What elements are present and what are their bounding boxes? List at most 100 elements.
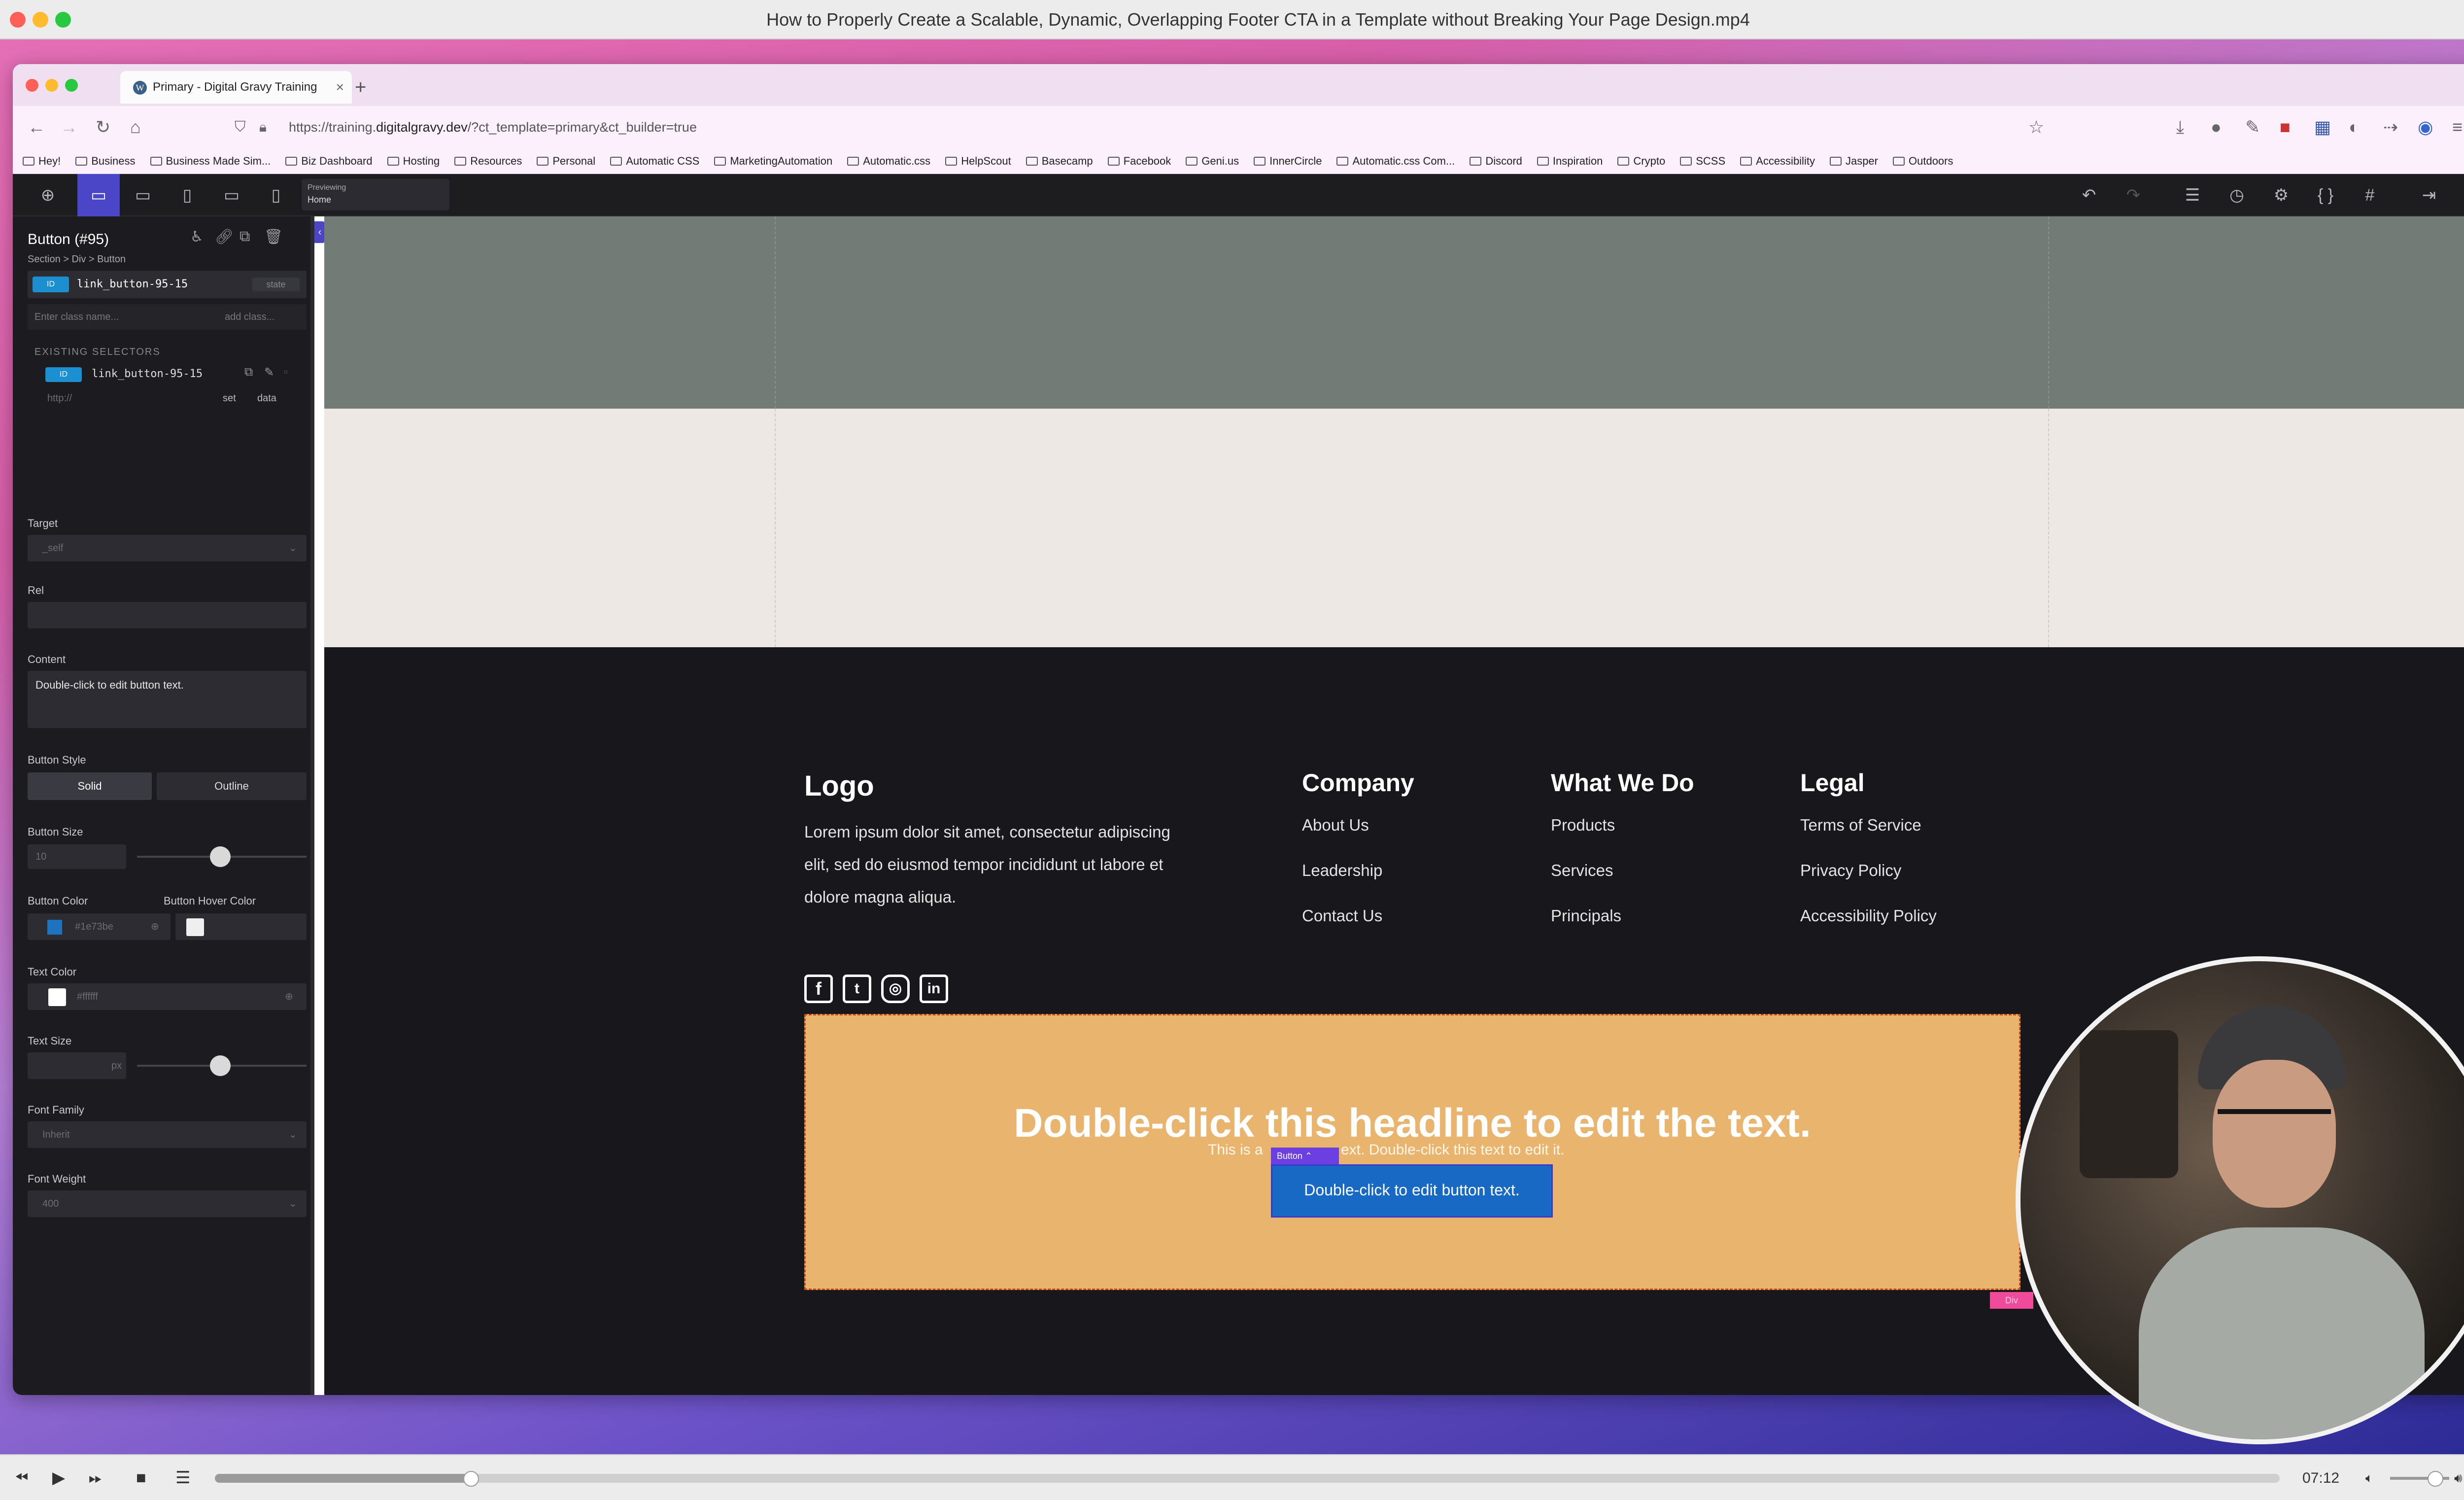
footer-link-products[interactable]: Products <box>1551 816 1615 835</box>
font-weight-select[interactable]: 400 ⌄ <box>28 1190 307 1217</box>
bookmark-item[interactable]: HelpScout <box>945 148 1011 174</box>
footer-link-about-us[interactable]: About Us <box>1302 816 1369 835</box>
preview-select[interactable]: Previewing Home <box>302 179 449 210</box>
bookmark-item[interactable]: Discord <box>1470 148 1522 174</box>
back-icon[interactable]: ← <box>28 106 45 148</box>
footer-link-terms[interactable]: Terms of Service <box>1800 816 1921 835</box>
button-size-slider-handle[interactable] <box>210 846 231 867</box>
fast-forward-icon[interactable]: ⏩︎ <box>89 1455 102 1500</box>
footer-cta-box[interactable]: Double-click this headline to edit the t… <box>804 1014 2020 1290</box>
globe-icon[interactable]: ⊕ <box>285 990 293 1003</box>
volume-low-icon[interactable]: 🔈︎ <box>2365 1455 2373 1500</box>
cta-headline[interactable]: Double-click this headline to edit the t… <box>806 1100 2019 1147</box>
laptop-view-button[interactable]: ▭ <box>122 174 164 216</box>
bookmark-item[interactable]: Business <box>75 148 136 174</box>
element-tag-button[interactable]: Button ⌃ <box>1271 1148 1339 1164</box>
volume-handle[interactable] <box>2428 1471 2443 1487</box>
button-hover-color-input[interactable] <box>175 913 307 940</box>
accessibility-icon[interactable]: ♿︎ <box>190 228 204 245</box>
rewind-icon[interactable]: ⏪︎ <box>15 1455 28 1500</box>
progress-track[interactable] <box>215 1474 2280 1483</box>
extension-icon[interactable]: ● <box>2211 106 2222 148</box>
browser-close-button[interactable] <box>26 79 38 92</box>
history-icon[interactable]: ◷ <box>2216 174 2258 216</box>
progress-handle[interactable] <box>463 1471 479 1487</box>
settings-gear-icon[interactable]: ⚙ <box>2260 174 2302 216</box>
button-hover-color-swatch[interactable] <box>186 918 204 936</box>
bookmark-item[interactable]: Geni.us <box>1186 148 1239 174</box>
footer-link-accessibility[interactable]: Accessibility Policy <box>1800 907 1937 925</box>
text-color-swatch[interactable] <box>48 988 66 1006</box>
bookmark-item[interactable]: Hey! <box>23 148 61 174</box>
cta-button[interactable]: Double-click to edit button text. <box>1271 1164 1553 1218</box>
download-icon[interactable]: ⤓ <box>2176 106 2184 148</box>
footer-link-leadership[interactable]: Leadership <box>1302 861 1382 880</box>
class-input[interactable]: Enter class name... <box>34 304 119 330</box>
cream-section[interactable] <box>324 409 2464 647</box>
tab-primary[interactable]: W Primary - Digital Gravy Training × <box>120 71 352 104</box>
volume-high-icon[interactable]: 🔊︎ <box>2454 1455 2462 1500</box>
redo-icon[interactable]: ↷ <box>2112 174 2155 216</box>
exit-icon[interactable]: ⇥ <box>2408 174 2450 216</box>
content-textarea[interactable]: Double-click to edit button text. <box>28 671 307 728</box>
bookmark-item[interactable]: Jasper <box>1829 148 1878 174</box>
structure-icon[interactable]: ☰ <box>2171 174 2214 216</box>
url-input[interactable]: http:// <box>47 393 72 404</box>
delete-icon[interactable]: 🗑︎ <box>264 228 283 245</box>
style-solid-button[interactable]: Solid <box>28 772 152 800</box>
bookmark-item[interactable]: Basecamp <box>1026 148 1093 174</box>
bookmark-item[interactable]: Automatic CSS <box>610 148 699 174</box>
text-size-unit[interactable]: px <box>111 1060 122 1072</box>
bookmark-item[interactable]: Personal <box>537 148 595 174</box>
add-class-button[interactable]: add class... <box>225 304 274 330</box>
close-window-button[interactable] <box>10 12 26 28</box>
div-tag[interactable]: Div <box>1990 1292 2033 1309</box>
minimize-window-button[interactable] <box>33 12 48 28</box>
url-set-button[interactable]: set <box>223 393 236 404</box>
text-size-input[interactable]: px <box>28 1052 126 1079</box>
target-select[interactable]: _self ⌄ <box>28 535 307 561</box>
bookmark-item[interactable]: Accessibility <box>1740 148 1815 174</box>
copy-icon[interactable]: ⧉ <box>244 365 253 379</box>
home-icon[interactable]: ⌂ <box>130 106 141 148</box>
url-data-button[interactable]: data <box>257 393 276 404</box>
maximize-window-button[interactable] <box>55 12 71 28</box>
footer-link-privacy[interactable]: Privacy Policy <box>1800 861 1901 880</box>
browser-maximize-button[interactable] <box>65 79 78 92</box>
link-icon[interactable]: 🔗︎ <box>215 228 234 245</box>
close-tab-icon[interactable]: × <box>336 71 344 104</box>
forward-icon[interactable]: → <box>60 106 78 148</box>
linkedin-icon[interactable]: in <box>920 975 948 1003</box>
menu-icon[interactable]: ≡ <box>2452 106 2463 148</box>
reload-icon[interactable]: ↻ <box>96 106 110 148</box>
cta-text-left[interactable]: This is a <box>1208 1142 1263 1158</box>
chapters-icon[interactable]: ☰ <box>175 1455 190 1500</box>
shield-icon[interactable]: ⛉ <box>235 106 246 148</box>
footer-link-contact-us[interactable]: Contact Us <box>1302 907 1382 925</box>
footer-link-principals[interactable]: Principals <box>1551 907 1621 925</box>
address-bar[interactable]: https://training.digitalgravy.dev/?ct_te… <box>289 113 2063 141</box>
cta-text-right[interactable]: ext. Double-click this text to edit it. <box>1341 1142 1565 1158</box>
existing-selector-row[interactable]: ID link_button-95-15 ⧉ ✎ ▫ <box>28 361 307 387</box>
delete-selector-icon[interactable]: ▫ <box>284 365 288 379</box>
tablet-view-button[interactable]: ▯ <box>166 174 208 216</box>
selector-box[interactable]: ID link_button-95-15 state <box>28 271 307 298</box>
text-color-input[interactable]: #ffffff ⊕ <box>28 983 307 1010</box>
browser-minimize-button[interactable] <box>45 79 58 92</box>
play-icon[interactable]: ▶ <box>52 1455 65 1500</box>
extension-blue-icon[interactable]: ▦ <box>2314 106 2331 148</box>
bookmark-star-icon[interactable]: ☆ <box>2028 106 2044 148</box>
text-size-slider-handle[interactable] <box>210 1055 231 1076</box>
grey-section[interactable] <box>324 216 2464 409</box>
footer-logo[interactable]: Logo <box>804 769 874 802</box>
desktop-view-button[interactable]: ▭ <box>77 174 120 216</box>
new-tab-button[interactable]: + <box>355 71 366 104</box>
globe-icon[interactable]: ⊕ <box>151 920 159 933</box>
bookmark-item[interactable]: Facebook <box>1107 148 1171 174</box>
style-outline-button[interactable]: Outline <box>157 772 307 800</box>
instagram-icon[interactable]: ◎ <box>881 975 910 1003</box>
save-icon[interactable]: ▣ <box>2452 174 2464 216</box>
code-braces-icon[interactable]: { } <box>2304 174 2347 216</box>
bookmark-item[interactable]: Biz Dashboard <box>285 148 373 174</box>
bookmark-item[interactable]: InnerCircle <box>1254 148 1322 174</box>
